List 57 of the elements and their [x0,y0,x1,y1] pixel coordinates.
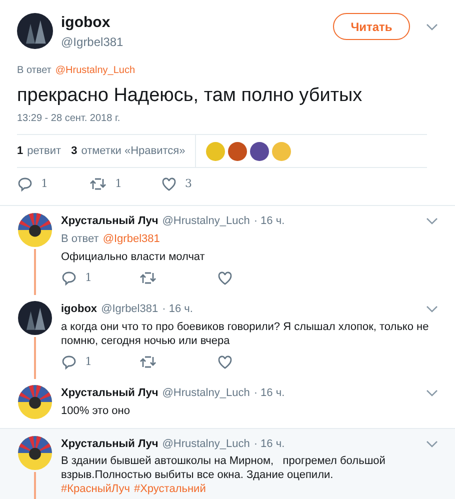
chevron-down-icon[interactable] [426,23,438,31]
reply-count: 1 [85,354,92,370]
retweet-icon[interactable] [139,354,157,370]
avatar-icon [18,385,52,419]
author-name: Хрустальный Луч [61,214,158,228]
reply-text: В здании бывшей автошколы на Мирном, прогремел большой взрыв.Полностью выбиты все окна. Здание оцепили. #КрасныйЛуч #Хрустальний [61,454,386,496]
tweet-text: прекрасно Надеюсь, там полно убитых [17,84,364,108]
stat-label: ретвит [27,144,62,159]
retweet-icon[interactable] [89,176,107,192]
stat-count: 3 [71,144,78,159]
hashtag-link[interactable]: #Хрустальний [134,483,206,495]
avatar-icon [18,212,52,246]
reply-to-label: В ответ [61,232,99,247]
like-icon[interactable] [161,176,177,192]
author-name: igobox [61,13,112,33]
reply-icon[interactable] [61,270,77,286]
reply-count: 1 [41,176,48,192]
like-count: 3 [185,176,192,192]
chevron-down-icon[interactable] [426,305,438,313]
tweet-timestamp: 13:29 - 28 сент. 2018 г. [17,112,122,126]
reply-time: · 16 ч. [254,436,285,452]
liker-avatar-icon[interactable] [228,142,248,160]
mention-link[interactable]: @Hrustalny_Luch [55,63,136,78]
reply-text: а когда они что то про боевиков говорили? Я слышал хлопок, только не помню, сегодня ночью или вчера [61,320,430,348]
chevron-down-icon[interactable] [426,216,438,224]
author-handle: @Igrbel381 [61,34,124,51]
follow-button[interactable]: Читать [333,13,410,40]
avatar-icon [17,13,53,49]
stat-label: отметки «Нравится» [81,144,186,159]
chevron-down-icon[interactable] [426,389,438,397]
author-name: Хрустальный Луч [61,386,158,401]
like-icon[interactable] [217,354,233,370]
avatar-icon [18,436,52,470]
mention-link[interactable]: @Igrbel381 [102,231,160,248]
chevron-down-icon[interactable] [426,440,438,448]
reply-time: · 16 ч. [254,386,285,401]
author-handle: @Igrbel381 [101,302,158,317]
retweet-icon[interactable] [139,270,157,286]
author-handle: @Hrustalny_Luch [162,214,250,228]
reply-text: Официально власти молчат [61,250,206,264]
stat-count: 1 [17,144,24,159]
liker-avatar-icon[interactable] [250,142,270,160]
author-name: igobox [61,302,98,317]
author-handle: @Hrustalny_Luch [162,436,250,452]
hashtag-link[interactable]: #КрасныйЛуч [61,483,130,495]
reply-icon[interactable] [61,354,77,370]
retweet-count: 1 [115,176,122,192]
author-name: Хрустальный Луч [61,436,158,452]
like-icon[interactable] [217,270,233,286]
reply-to-label: В ответ [17,64,52,78]
reply-icon[interactable] [17,176,33,192]
reply-time: · 16 ч. [254,214,285,228]
reply-text: 100% это оно [61,404,131,418]
author-handle: @Hrustalny_Luch [162,386,250,401]
reply-count: 1 [85,270,92,286]
avatar-icon [18,301,52,335]
reply-time: · 16 ч. [162,302,193,317]
